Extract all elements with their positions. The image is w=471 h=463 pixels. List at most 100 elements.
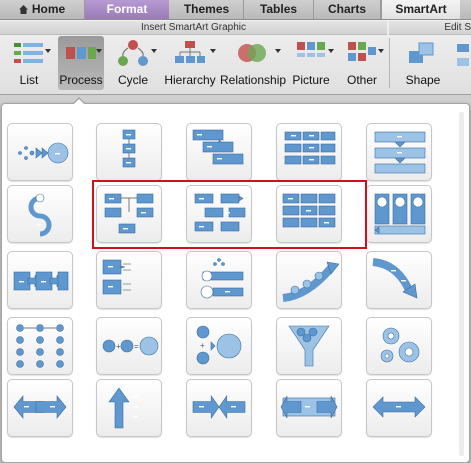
group-title-insert-smartart: Insert SmartArt Graphic <box>0 21 387 35</box>
svg-text:+: + <box>200 341 205 350</box>
tab-charts[interactable]: Charts <box>314 0 381 19</box>
cycle-icon <box>118 40 148 66</box>
layout-tile-balance-arrows[interactable] <box>366 379 432 437</box>
layout-tile-circular-arrow-process[interactable] <box>7 185 73 243</box>
other-button[interactable]: Other <box>338 36 386 90</box>
ribbon: Insert SmartArt Graphic Edit S List Proc… <box>0 20 471 95</box>
process-button-label: Process <box>59 73 103 87</box>
cycle-dropdown-arrow-icon <box>151 49 157 53</box>
upward-arrow-thumbnail-icon <box>282 261 339 302</box>
layout-tile-downward-arrow-process[interactable] <box>366 123 432 181</box>
svg-text:=: = <box>134 342 139 351</box>
tab-format[interactable]: Format <box>85 0 169 19</box>
ribbon-group-divider <box>389 38 390 88</box>
layout-tile-opposing-arrows[interactable] <box>7 379 73 437</box>
vertical-equation-thumbnail-icon: + <box>196 325 242 365</box>
picture-button[interactable]: Picture <box>286 36 336 90</box>
staggered-process-thumbnail-icon <box>192 129 244 165</box>
other-dropdown-arrow-icon <box>378 49 384 53</box>
home-icon <box>18 5 28 14</box>
gear-thumbnail-icon <box>380 327 420 363</box>
list-icon <box>14 43 43 63</box>
circular-arrow-process-thumbnail-icon <box>28 193 52 237</box>
relationship-dropdown-arrow-icon <box>275 49 281 53</box>
hierarchy-button-label: Hierarchy <box>164 73 216 87</box>
relationship-button[interactable]: Relationship <box>220 36 287 90</box>
layout-tile-vertical-equation-process[interactable] <box>276 123 342 181</box>
gallery-scrollbar[interactable] <box>457 112 466 456</box>
detailed-process-thumbnail-icon <box>102 259 131 295</box>
circle-process-thumbnail-icon <box>16 324 64 368</box>
downward-arrow-process-thumbnail-icon <box>374 131 426 174</box>
layout-tile-basic-bending-process[interactable] <box>7 123 73 181</box>
layout-tile-detailed-process[interactable] <box>96 251 162 309</box>
list-button-label: List <box>19 73 39 87</box>
hierarchy-button[interactable]: Hierarchy <box>162 36 218 90</box>
tab-tables[interactable]: Tables <box>244 0 314 19</box>
balance-arrows-thumbnail-icon <box>372 396 426 418</box>
relationship-button-label: Relationship <box>220 73 287 87</box>
opposing-arrows-thumbnail-icon <box>13 395 67 419</box>
picture-button-label: Picture <box>292 73 330 87</box>
list-dropdown-arrow-icon <box>45 49 51 53</box>
vertical-process-thumbnail-icon <box>122 129 136 168</box>
process-icon <box>66 47 96 59</box>
tab-charts-label: Charts <box>327 2 366 16</box>
funnel-thumbnail-icon <box>288 325 330 367</box>
layout-tile-accent-process[interactable] <box>7 251 73 309</box>
layout-tile-vertical-process[interactable] <box>96 123 162 181</box>
divergent-arrows-thumbnail-icon <box>108 387 138 429</box>
tab-smartart-label: SmartArt <box>395 2 447 16</box>
shape-icon <box>409 42 434 63</box>
accent-process-thumbnail-icon <box>13 271 69 291</box>
tab-themes[interactable]: Themes <box>170 0 244 19</box>
picture-dropdown-arrow-icon <box>328 49 334 53</box>
layout-tile-vertical-equation[interactable]: + <box>186 317 252 375</box>
svg-text:+: + <box>116 342 121 351</box>
arrow-ribbon-thumbnail-icon <box>280 395 338 419</box>
other-icon <box>348 42 376 61</box>
layout-tile-staggered-process[interactable] <box>186 123 252 181</box>
cycle-button-label: Cycle <box>117 73 148 87</box>
tab-format-label: Format <box>106 2 148 16</box>
hierarchy-icon <box>175 41 205 63</box>
picture-icon <box>297 42 325 57</box>
process-button[interactable]: Process <box>58 36 104 90</box>
list-button[interactable]: List <box>4 36 54 90</box>
selection-highlight <box>92 180 367 249</box>
layout-tile-gear[interactable] <box>366 317 432 375</box>
process-with-pictures-thumbnail-icon <box>374 193 426 235</box>
small-shape-icon <box>457 44 469 66</box>
popup-pointer-inner <box>73 99 85 105</box>
layout-tile-converging-arrows[interactable] <box>186 379 252 437</box>
tab-home[interactable]: Home <box>0 0 85 19</box>
cycle-button[interactable]: Cycle <box>108 36 158 90</box>
layout-tile-descending-arrow[interactable] <box>366 251 432 309</box>
tab-home-label: Home <box>31 2 66 16</box>
vertical-equation-process-thumbnail-icon <box>284 131 336 165</box>
descending-arrow-thumbnail-icon <box>372 258 418 299</box>
layout-tile-equation[interactable]: + = <box>96 317 162 375</box>
hierarchy-dropdown-arrow-icon <box>210 49 216 53</box>
group-title-edit: Edit S <box>389 21 471 35</box>
ribbon-overflow-icon[interactable] <box>450 38 471 88</box>
tab-smartart[interactable]: SmartArt <box>381 0 460 19</box>
basic-timeline-thumbnail-icon <box>200 258 244 299</box>
layout-tile-upward-arrow[interactable] <box>276 251 342 309</box>
layout-tile-divergent-arrows[interactable] <box>96 379 162 437</box>
tab-tables-label: Tables <box>259 2 298 16</box>
equation-thumbnail-icon: + = <box>102 336 159 356</box>
layout-tile-funnel[interactable] <box>276 317 342 375</box>
converging-arrows-thumbnail-icon <box>192 395 246 419</box>
layout-tile-arrow-ribbon[interactable] <box>276 379 342 437</box>
layout-tile-basic-timeline[interactable] <box>186 251 252 309</box>
shape-button-label: Shape <box>405 73 441 87</box>
process-dropdown-arrow-icon <box>96 49 102 53</box>
shape-button[interactable]: Shape <box>396 36 450 90</box>
relationship-icon <box>238 44 266 62</box>
other-button-label: Other <box>346 73 377 87</box>
layout-tile-circle-process[interactable] <box>7 317 73 375</box>
basic-bending-process-thumbnail-icon <box>18 142 69 164</box>
tab-themes-label: Themes <box>183 2 230 16</box>
layout-tile-process-with-pictures[interactable] <box>366 185 432 243</box>
